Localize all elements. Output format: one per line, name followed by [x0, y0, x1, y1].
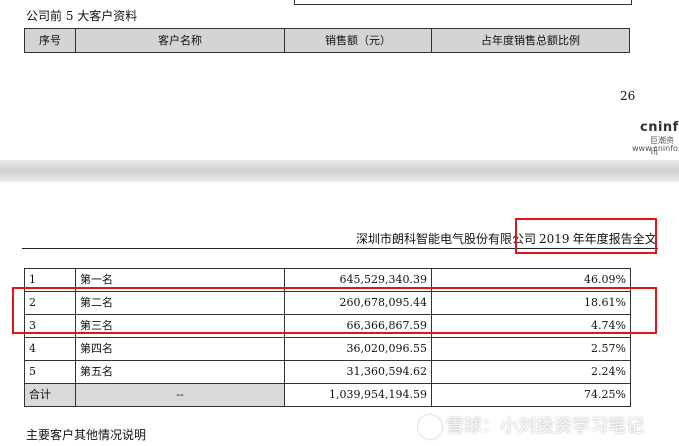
row-no: 5 [24, 360, 76, 384]
row-amount: 31,360,594.62 [284, 360, 432, 384]
page-separator [0, 160, 679, 182]
watermark-text: 雪球：小刘投资学习笔记 [446, 416, 644, 437]
table-total-row: 合计 -- 1,039,954,194.59 74.25% [24, 383, 631, 407]
header-no: 序号 [24, 28, 76, 53]
table-row: 4 第四名 36,020,096.55 2.57% [24, 337, 631, 361]
section-title: 公司前 5 大客户资料 [26, 9, 138, 23]
total-label: 合计 [24, 383, 76, 407]
footer-note: 主要客户其他情况说明 [26, 428, 147, 442]
row-pct: 2.57% [431, 337, 631, 361]
report-company: 深圳市朗科智能电气股份有限公司 [356, 232, 537, 246]
table-row: 5 第五名 31,360,594.62 2.24% [24, 360, 631, 384]
row-pct: 2.24% [431, 360, 631, 384]
total-name: -- [75, 383, 285, 407]
snowball-logo-icon [418, 415, 442, 439]
header-sales-ratio: 占年度销售总额比例 [431, 28, 630, 53]
total-amount: 1,039,954,194.59 [284, 383, 432, 407]
total-pct: 74.25% [431, 383, 631, 407]
header-sales-amount: 销售额（元） [284, 28, 432, 53]
row-amount: 36,020,096.55 [284, 337, 432, 361]
previous-table-fragment [294, 0, 632, 5]
row-name: 第四名 [75, 337, 285, 361]
cninfo-url: www.cninfo. [632, 144, 679, 153]
previous-page: 公司前 5 大客户资料 序号 客户名称 销售额（元） 占年度销售总额比例 26 … [0, 0, 679, 166]
customer-table-header: 序号 客户名称 销售额（元） 占年度销售总额比例 [24, 28, 630, 53]
highlight-box-year [515, 218, 657, 254]
page-number: 26 [620, 89, 636, 103]
row-name: 第五名 [75, 360, 285, 384]
row-no: 4 [24, 337, 76, 361]
highlight-box-row-two [12, 287, 657, 334]
watermark: 雪球：小刘投资学习笔记 [418, 412, 644, 439]
header-customer-name: 客户名称 [75, 28, 285, 53]
cninfo-logo: cninf [640, 120, 679, 135]
